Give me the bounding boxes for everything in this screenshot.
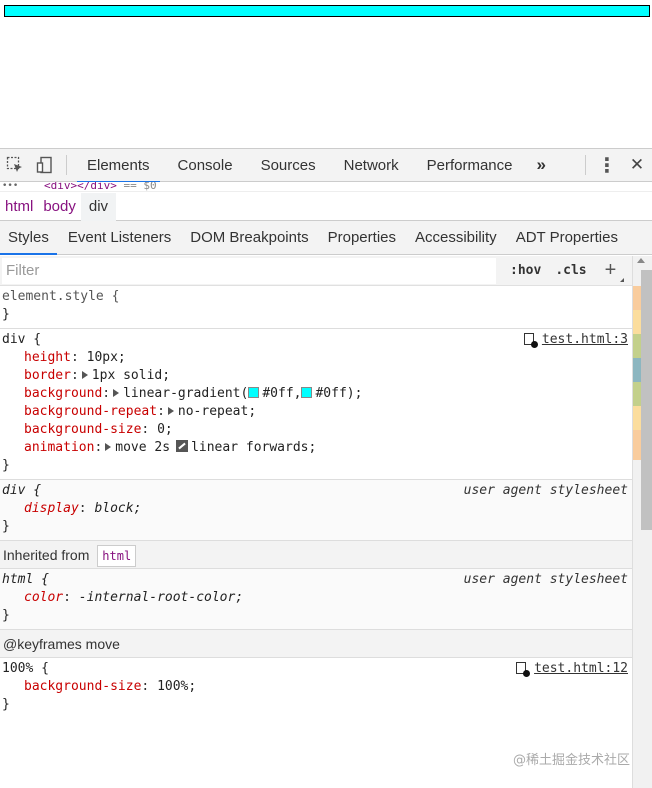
- decl-background-repeat[interactable]: background-repeat: no-repeat;: [2, 403, 632, 421]
- close-icon[interactable]: ✕: [622, 149, 652, 181]
- tab-network[interactable]: Network: [330, 149, 413, 182]
- breadcrumb: html body div: [0, 192, 652, 221]
- toolbar-separator: [66, 155, 67, 175]
- test-div-bar[interactable]: [4, 5, 650, 17]
- expand-triangle-icon[interactable]: [113, 389, 120, 397]
- rule-close-brace: }: [2, 458, 10, 473]
- watermark: @稀土掘金技术社区: [512, 753, 630, 768]
- rule-element-style: element.style { }: [0, 286, 632, 329]
- decl-color: color: -internal-root-color;: [24, 590, 244, 605]
- keyframes-header: @keyframes move: [0, 630, 632, 658]
- dom-node-ref: == $0: [123, 182, 157, 192]
- tab-adt-properties[interactable]: ADT Properties: [508, 221, 626, 254]
- styles-pane: element.style { } div { test.html:3 heig…: [0, 286, 632, 788]
- hov-button[interactable]: :hov: [510, 263, 541, 278]
- styles-scrollbar[interactable]: [632, 256, 652, 788]
- source-link[interactable]: test.html:12: [516, 660, 628, 678]
- inspect-element-icon[interactable]: [0, 149, 30, 181]
- rule-keyframe-100: 100% { test.html:12 background-size: 100…: [0, 658, 632, 718]
- kebab-menu-icon[interactable]: ⋮: [592, 149, 622, 181]
- file-icon: [516, 662, 531, 677]
- tab-accessibility[interactable]: Accessibility: [407, 221, 505, 254]
- padding-marker: [633, 382, 641, 406]
- inherited-node-link[interactable]: html: [97, 545, 137, 567]
- tab-performance[interactable]: Performance: [413, 149, 527, 182]
- breadcrumb-div[interactable]: div: [80, 192, 117, 221]
- breadcrumb-html[interactable]: html: [0, 193, 38, 221]
- margin-marker: [633, 430, 641, 460]
- rule-close-brace: }: [2, 307, 10, 322]
- page-preview: [0, 0, 652, 148]
- filter-toolbar: :hov .cls +: [0, 256, 632, 286]
- rule-close-brace: }: [2, 697, 10, 712]
- source-link[interactable]: test.html:3: [523, 331, 628, 349]
- scroll-thumb[interactable]: [641, 270, 652, 530]
- sidebar-tabs: Styles Event Listeners DOM Breakpoints P…: [0, 221, 652, 255]
- tab-elements[interactable]: Elements: [73, 149, 164, 183]
- decl-background[interactable]: background: linear-gradient(#0ff, #0ff);: [2, 385, 632, 403]
- rule-selector[interactable]: div {: [2, 332, 41, 347]
- tab-styles[interactable]: Styles: [0, 221, 57, 255]
- border-marker: [633, 406, 641, 430]
- file-icon: [523, 333, 538, 348]
- devtools-toolbar: Elements Console Sources Network Perform…: [0, 148, 652, 183]
- rule-selector[interactable]: 100% {: [2, 661, 49, 676]
- decl-display: display: block;: [24, 501, 142, 516]
- source-ua-label: user agent stylesheet: [463, 572, 628, 587]
- expand-triangle-icon[interactable]: [81, 371, 88, 379]
- inherited-header: Inherited from html: [0, 541, 632, 569]
- scroll-up-icon[interactable]: [637, 258, 645, 263]
- decl-border[interactable]: border: 1px solid;: [2, 367, 632, 385]
- padding-marker: [633, 334, 641, 358]
- tab-dom-breakpoints[interactable]: DOM Breakpoints: [182, 221, 316, 254]
- tab-console[interactable]: Console: [164, 149, 247, 182]
- device-toolbar-icon[interactable]: [30, 149, 60, 181]
- ellipsis-icon: •••: [2, 182, 19, 191]
- margin-marker: [633, 286, 641, 310]
- decl-background-size[interactable]: background-size: 0;: [2, 421, 632, 439]
- tab-properties[interactable]: Properties: [320, 221, 404, 254]
- decl-animation[interactable]: animation: move 2s linear forwards;: [2, 439, 632, 457]
- breadcrumb-body[interactable]: body: [38, 193, 81, 221]
- color-swatch-icon[interactable]: [248, 387, 260, 398]
- source-ua-label: user agent stylesheet: [463, 483, 628, 498]
- more-tabs-icon[interactable]: »: [527, 155, 556, 175]
- content-marker: [633, 358, 641, 382]
- toolbar-separator-right: [585, 155, 586, 175]
- new-rule-button[interactable]: +: [605, 259, 624, 282]
- decl-background-size[interactable]: background-size: 100%;: [2, 678, 632, 696]
- decl-height[interactable]: height: 10px;: [2, 349, 632, 367]
- inherited-label: Inherited from: [3, 547, 90, 563]
- rule-selector[interactable]: element.style {: [2, 288, 632, 306]
- color-swatch-icon[interactable]: [301, 387, 313, 398]
- rule-selector: html {: [2, 572, 49, 587]
- easing-editor-icon[interactable]: [176, 440, 189, 452]
- rule-ua-html: html { user agent stylesheet color: -int…: [0, 569, 632, 630]
- tab-sources[interactable]: Sources: [247, 149, 330, 182]
- rule-close-brace: }: [2, 608, 10, 623]
- dom-tree-strip[interactable]: ••• <div></div> == $0: [0, 182, 652, 192]
- rule-selector: div {: [2, 483, 42, 498]
- rule-close-brace: }: [2, 519, 10, 534]
- dom-node-text: <div></div>: [44, 182, 117, 192]
- filter-input[interactable]: [2, 257, 496, 284]
- rule-div: div { test.html:3 height: 10px; border: 1…: [0, 329, 632, 480]
- expand-triangle-icon[interactable]: [105, 443, 112, 451]
- rule-ua-div: div { user agent stylesheet display: blo…: [0, 480, 632, 541]
- border-marker: [633, 310, 641, 334]
- expand-triangle-icon[interactable]: [167, 407, 174, 415]
- tab-event-listeners[interactable]: Event Listeners: [60, 221, 179, 254]
- cls-button[interactable]: .cls: [555, 263, 586, 278]
